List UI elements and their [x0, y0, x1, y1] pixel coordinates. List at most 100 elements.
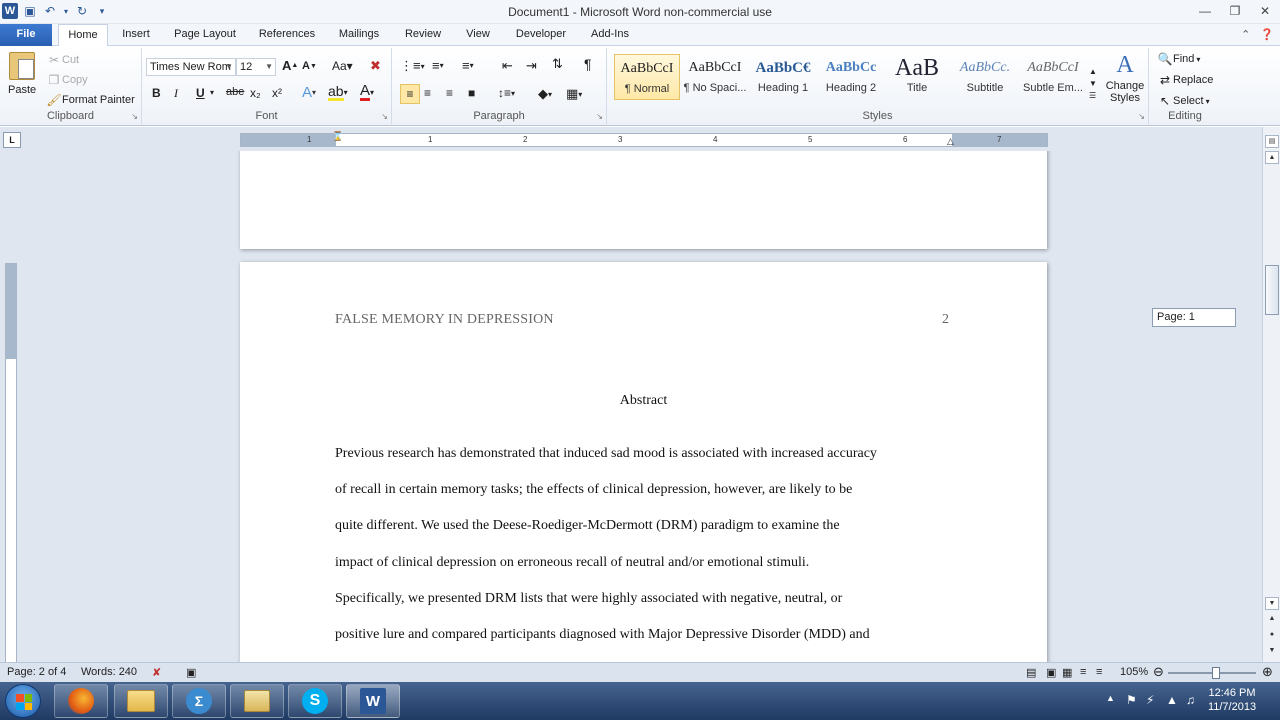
proofing-icon[interactable]: ✘	[152, 666, 161, 679]
tab-add-ins[interactable]: Add-Ins	[584, 24, 636, 46]
draft-view-icon[interactable]: ≡	[1096, 666, 1102, 678]
taskbar-firefox[interactable]	[54, 684, 108, 718]
font-family-select[interactable]: Times New Rom ▼	[146, 58, 236, 76]
style-heading-2[interactable]: AaBbCc Heading 2	[818, 54, 884, 100]
macro-recording-icon[interactable]: ▣	[186, 666, 196, 679]
close-icon[interactable]: ✕	[1250, 0, 1280, 22]
zoom-slider-thumb[interactable]	[1212, 667, 1220, 679]
paragraph-launcher-icon[interactable]: ↘	[596, 112, 603, 121]
page-1[interactable]	[240, 151, 1047, 249]
zoom-in-icon[interactable]: ⊕	[1262, 664, 1273, 680]
underline-button[interactable]: U	[196, 86, 205, 100]
zoom-level[interactable]: 105%	[1120, 666, 1148, 678]
right-indent-marker-icon[interactable]: △	[947, 136, 954, 147]
tab-view[interactable]: View	[458, 24, 498, 46]
indent-marker-icon[interactable]: ⌛	[332, 131, 343, 142]
tab-selector[interactable]: L	[3, 132, 21, 148]
tab-developer[interactable]: Developer	[508, 24, 574, 46]
view-ruler-icon[interactable]: ▤	[1265, 135, 1279, 148]
tab-page-layout[interactable]: Page Layout	[166, 24, 244, 46]
align-right-icon[interactable]: ≡	[446, 86, 453, 100]
zoom-out-icon[interactable]: ⊖	[1153, 664, 1164, 680]
document-area[interactable]: FALSE MEMORY IN DEPRESSION 2 Abstract Pr…	[0, 151, 1262, 662]
multilevel-list-icon[interactable]: ≡ ▾	[462, 58, 474, 73]
style-heading-1[interactable]: AaBbC€ Heading 1	[750, 54, 816, 100]
style-normal[interactable]: AaBbCcI ¶ Normal	[614, 54, 680, 100]
font-launcher-icon[interactable]: ↘	[381, 112, 388, 121]
change-case-button[interactable]: Aa▾	[332, 59, 353, 73]
show-formatting-icon[interactable]: ¶	[584, 56, 592, 72]
copy-button[interactable]: ❐ Copy	[46, 73, 88, 87]
horizontal-ruler[interactable]: 1 1 2 3 4 5 6 7 ⌛ △	[240, 131, 1048, 147]
underline-dropdown-icon[interactable]: ▾	[210, 88, 214, 97]
browse-object-icon[interactable]: ●	[1265, 629, 1279, 642]
scroll-down-icon[interactable]: ▼	[1265, 597, 1279, 610]
cut-button[interactable]: ✂ Cut	[46, 53, 79, 67]
shading-icon[interactable]: ◆ ▾	[538, 86, 552, 102]
bullets-icon[interactable]: ⋮≡ ▾	[400, 58, 425, 74]
full-screen-reading-icon[interactable]: ▣	[1046, 666, 1056, 679]
vertical-scrollbar[interactable]: ▤ ▲ ▼ ▲ ● ▼	[1262, 127, 1280, 662]
sort-icon[interactable]: ⇅	[552, 56, 563, 72]
highlight-icon[interactable]: ab ▾	[328, 84, 348, 101]
volume-icon[interactable]: ♫	[1186, 693, 1195, 707]
taskbar-word[interactable]: W	[346, 684, 400, 718]
restore-icon[interactable]: ❐	[1220, 0, 1250, 22]
taskbar-explorer[interactable]	[114, 684, 168, 718]
bold-button[interactable]: B	[152, 86, 161, 100]
format-painter-button[interactable]: 🖌 Format Painter	[46, 93, 134, 107]
vertical-ruler[interactable]	[5, 263, 17, 662]
taskbar-skype[interactable]: S	[288, 684, 342, 718]
show-hidden-icons-icon[interactable]: ▲	[1106, 693, 1115, 703]
font-size-select[interactable]: 12 ▼	[236, 58, 276, 76]
start-button[interactable]	[5, 684, 41, 718]
abstract-paragraph[interactable]: Previous research has demonstrated that …	[335, 436, 955, 653]
clear-formatting-icon[interactable]: ✖	[370, 58, 381, 74]
taskbar-math-app[interactable]: Σ	[172, 684, 226, 718]
increase-indent-icon[interactable]: ⇥	[526, 58, 537, 74]
taskbar-folder-2[interactable]	[230, 684, 284, 718]
style-title[interactable]: AaB Title	[884, 54, 950, 100]
tab-mailings[interactable]: Mailings	[330, 24, 388, 46]
numbering-icon[interactable]: ≡ ▾	[432, 58, 444, 73]
strikethrough-button[interactable]: abe	[226, 86, 244, 98]
superscript-button[interactable]: x²	[272, 86, 282, 100]
web-layout-icon[interactable]: ▦	[1062, 666, 1072, 679]
text-effects-icon[interactable]: A ▾	[302, 84, 316, 101]
tab-insert[interactable]: Insert	[116, 24, 156, 46]
print-layout-icon[interactable]: ▤	[1026, 666, 1036, 679]
styles-scroll-icon[interactable]: ▲ ▼ ☰	[1089, 66, 1097, 102]
font-color-icon[interactable]: A ▾	[360, 83, 374, 101]
shrink-font-button[interactable]: A ▼	[302, 60, 317, 72]
style-subtle-emphasis[interactable]: AaBbCcI Subtle Em...	[1020, 54, 1086, 100]
find-button[interactable]: 🔍 Find ▾	[1157, 52, 1201, 66]
help-icon[interactable]: ❓	[1260, 28, 1274, 41]
tab-home[interactable]: Home	[58, 24, 108, 47]
decrease-indent-icon[interactable]: ⇤	[502, 58, 513, 74]
page-count-status[interactable]: Page: 2 of 4	[7, 666, 66, 678]
style-subtitle[interactable]: AaBbCc. Subtitle	[952, 54, 1018, 100]
scroll-up-icon[interactable]: ▲	[1265, 151, 1279, 164]
change-styles-button[interactable]: A Change Styles	[1105, 50, 1145, 104]
previous-page-icon[interactable]: ▲	[1265, 613, 1279, 626]
network-icon[interactable]: ▲	[1166, 693, 1178, 707]
minimize-ribbon-icon[interactable]: ⌃	[1241, 28, 1250, 41]
select-button[interactable]: ↖ Select ▾	[1157, 94, 1210, 108]
outline-view-icon[interactable]: ≡	[1080, 666, 1086, 678]
subscript-button[interactable]: x₂	[250, 86, 261, 100]
tab-references[interactable]: References	[252, 24, 322, 46]
italic-button[interactable]: I	[174, 86, 178, 101]
next-page-icon[interactable]: ▼	[1265, 645, 1279, 658]
borders-icon[interactable]: ▦ ▾	[566, 86, 582, 102]
grow-font-button[interactable]: A ▲	[282, 58, 298, 73]
word-count-status[interactable]: Words: 240	[81, 666, 137, 678]
tab-file[interactable]: File	[0, 24, 52, 46]
action-center-flag-icon[interactable]: ⚑	[1126, 693, 1137, 707]
clipboard-launcher-icon[interactable]: ↘	[131, 112, 138, 121]
justify-icon[interactable]: ■	[468, 86, 475, 100]
replace-button[interactable]: ⇄ Replace	[1157, 73, 1213, 87]
line-spacing-icon[interactable]: ↕≡ ▾	[498, 86, 515, 100]
paste-button[interactable]: Paste	[8, 52, 36, 96]
scroll-thumb[interactable]	[1265, 265, 1279, 315]
power-icon[interactable]: ⚡	[1146, 693, 1154, 707]
